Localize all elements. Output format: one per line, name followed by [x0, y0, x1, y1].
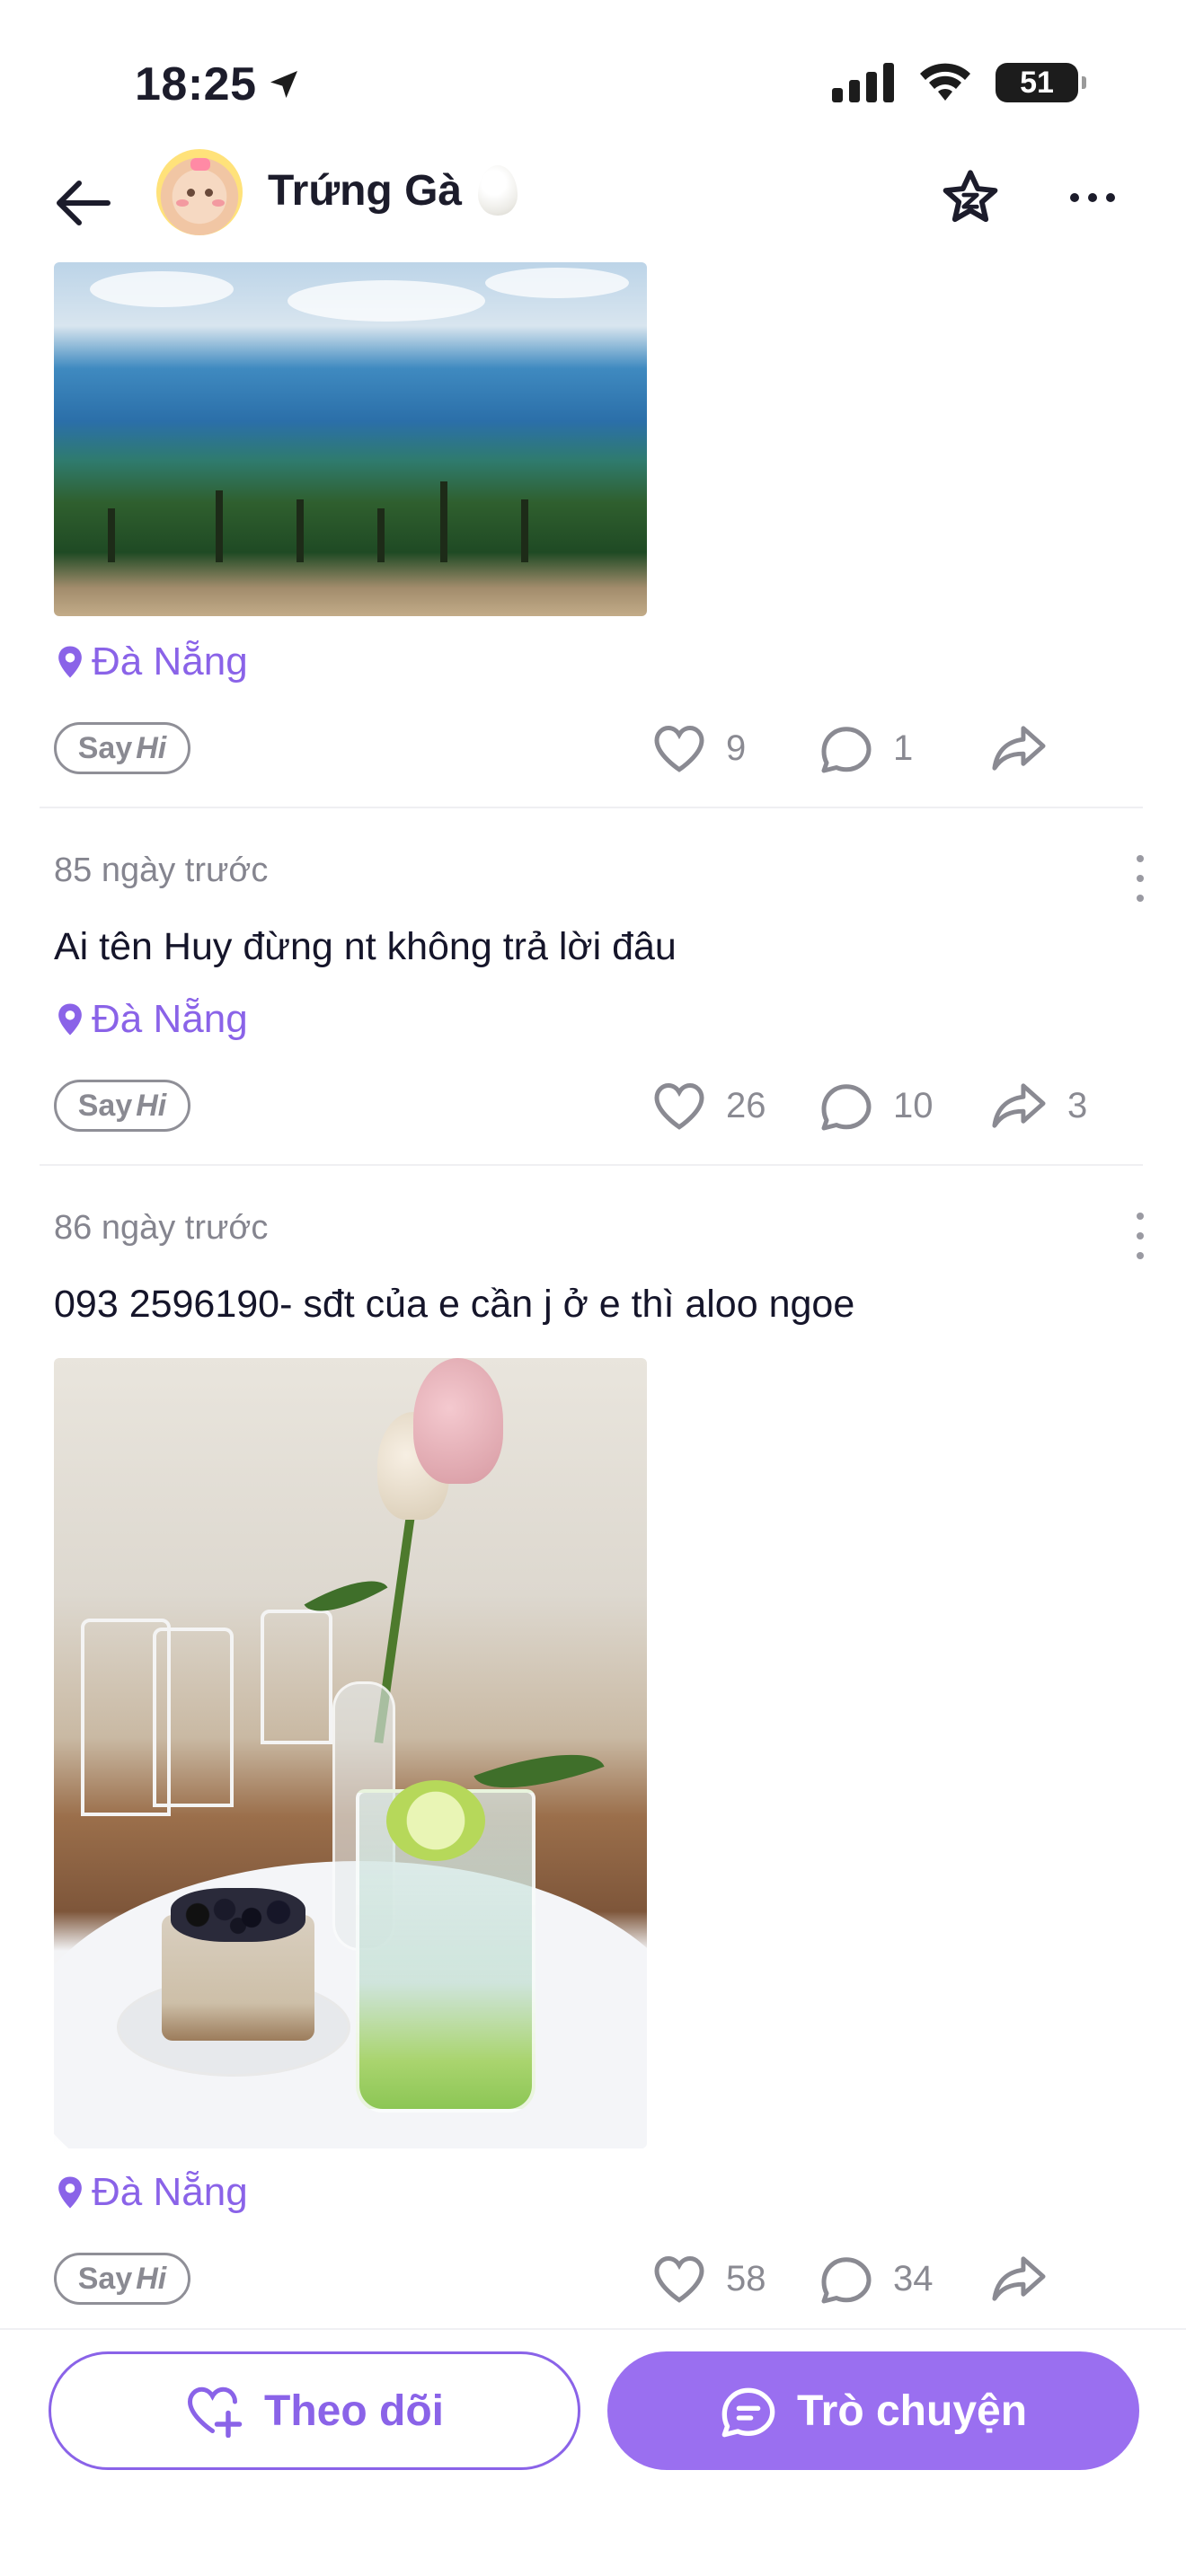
say-hi-hi: Hi: [136, 730, 167, 765]
post-actions: 58 34: [652, 2247, 1137, 2310]
say-hi-button[interactable]: Say Hi: [54, 2253, 190, 2305]
post-divider: [40, 1164, 1143, 1166]
post-location[interactable]: Đà Nẵng: [58, 997, 248, 1042]
location-label: Đà Nẵng: [92, 640, 248, 684]
post-more-button[interactable]: [1134, 1213, 1146, 1259]
follow-button[interactable]: Theo dõi: [49, 2351, 580, 2470]
like-count: 26: [726, 1085, 766, 1125]
say-hi-say: Say: [77, 730, 133, 765]
comment-button[interactable]: 1: [819, 723, 913, 773]
location-arrow-icon: [270, 71, 297, 98]
battery-level: 51: [1020, 65, 1054, 100]
say-hi-say: Say: [77, 2261, 133, 2296]
say-hi-say: Say: [77, 1088, 133, 1123]
comment-count: 10: [893, 1085, 934, 1125]
heart-icon: [654, 725, 704, 772]
location-pin-icon: [58, 646, 82, 678]
location-pin-icon: [58, 1003, 82, 1036]
heart-plus-icon: [188, 2386, 243, 2438]
post-location[interactable]: Đà Nẵng: [58, 640, 248, 684]
post-image-cafe[interactable]: [54, 1358, 647, 2148]
more-options-button[interactable]: [1057, 162, 1128, 234]
favorite-button[interactable]: [934, 162, 1006, 234]
status-time-text: 18:25: [135, 58, 257, 110]
post-text: Ai tên Huy đừng nt không trả lời đâu: [54, 925, 677, 968]
post-actions: 26 10 3: [652, 1074, 1137, 1137]
post-text: 093 2596190- sđt của e cần j ở e thì alo…: [54, 1283, 855, 1326]
post-image-beach[interactable]: [54, 262, 647, 616]
wifi-icon: [920, 63, 970, 101]
chat-label: Trò chuyện: [796, 2386, 1028, 2435]
comment-count: 34: [893, 2258, 934, 2298]
share-icon: [992, 1083, 1046, 1128]
chat-button[interactable]: Trò chuyện: [607, 2351, 1139, 2470]
post-time: 86 ngày trước: [54, 1209, 269, 1247]
comment-count: 1: [893, 728, 914, 768]
like-button[interactable]: 26: [652, 1081, 766, 1131]
star-icon: [943, 170, 998, 223]
back-button[interactable]: [50, 171, 115, 235]
share-button[interactable]: 3: [990, 1081, 1087, 1131]
chat-bubble-icon: [721, 2387, 775, 2438]
share-button[interactable]: [990, 2254, 1067, 2304]
back-arrow-icon: [57, 181, 111, 225]
post-more-button[interactable]: [1134, 855, 1146, 902]
cellular-signal-icon: [832, 63, 894, 102]
comment-icon: [821, 1084, 872, 1131]
share-icon: [992, 2256, 1046, 2301]
profile-name: Trứng Gà: [268, 166, 463, 215]
location-pin-icon: [58, 2176, 82, 2209]
page-title: Trứng Gà: [268, 165, 518, 216]
post-feed: Đà Nẵng Say Hi 9 1 85 ngày trước Ai tên H…: [0, 262, 1186, 2328]
like-button[interactable]: 58: [652, 2254, 766, 2304]
share-count: 3: [1067, 1085, 1088, 1125]
heart-icon: [654, 2255, 704, 2303]
heart-icon: [654, 1082, 704, 1130]
share-icon: [992, 726, 1046, 771]
egg-emoji-icon: [478, 165, 518, 216]
say-hi-hi: Hi: [136, 2261, 167, 2296]
status-indicators: 51: [832, 63, 1086, 102]
post-divider: [40, 807, 1143, 808]
location-label: Đà Nẵng: [92, 2170, 248, 2214]
say-hi-button[interactable]: Say Hi: [54, 722, 190, 774]
comment-icon: [821, 2257, 872, 2304]
comment-button[interactable]: 34: [819, 2254, 934, 2304]
location-label: Đà Nẵng: [92, 997, 248, 1041]
battery-indicator: 51: [996, 63, 1086, 102]
post-location[interactable]: Đà Nẵng: [58, 2170, 248, 2215]
like-count: 9: [726, 728, 747, 768]
comment-button[interactable]: 10: [819, 1081, 934, 1131]
status-bar: 18:25 51: [0, 0, 1186, 144]
say-hi-button[interactable]: Say Hi: [54, 1080, 190, 1132]
like-button[interactable]: 9: [652, 723, 746, 773]
follow-label: Theo dõi: [264, 2386, 444, 2435]
bottom-action-bar: Theo dõi Trò chuyện: [0, 2328, 1186, 2576]
post-time: 85 ngày trước: [54, 851, 269, 889]
post-actions: 9 1: [652, 717, 1137, 780]
more-icon: [1070, 193, 1079, 202]
say-hi-hi: Hi: [136, 1088, 167, 1123]
comment-icon: [821, 727, 872, 773]
share-button[interactable]: [990, 723, 1067, 773]
status-time: 18:25: [135, 57, 302, 111]
like-count: 58: [726, 2258, 766, 2298]
avatar[interactable]: [156, 149, 243, 235]
